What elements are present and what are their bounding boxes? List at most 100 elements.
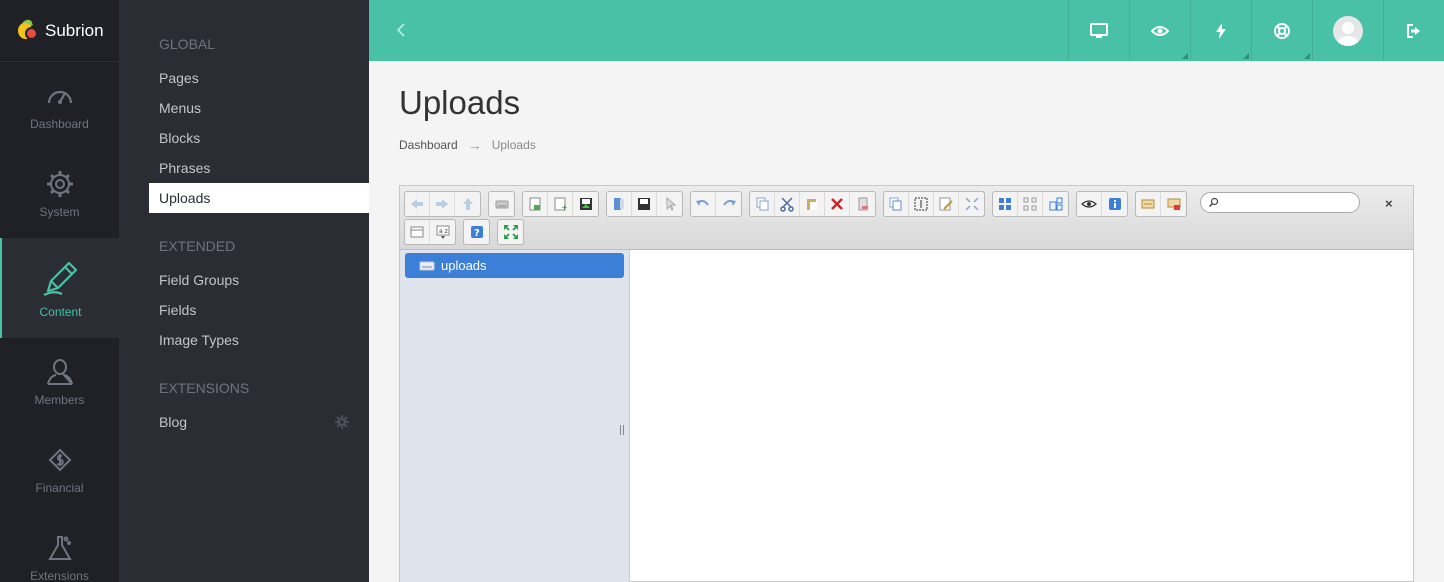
tree-item-uploads[interactable]: uploads xyxy=(405,253,624,278)
dropdown-corner xyxy=(1243,53,1249,59)
arrow-left-icon xyxy=(411,199,423,209)
edit-file-button[interactable] xyxy=(934,192,959,216)
rail-label-members: Members xyxy=(34,393,85,407)
sort-button[interactable]: a z xyxy=(430,220,455,244)
back-button[interactable] xyxy=(405,192,430,216)
reload-button-group xyxy=(488,191,515,217)
submenu-item-uploads[interactable]: Uploads xyxy=(149,183,369,213)
submenu-item-field-groups[interactable]: Field Groups xyxy=(119,265,369,295)
submenu-item-blog-label: Blog xyxy=(159,414,188,430)
view-frontend-button[interactable] xyxy=(1068,0,1129,61)
quick-actions-button[interactable] xyxy=(1190,0,1251,61)
bolt-icon xyxy=(1216,22,1226,39)
empty-folder-button[interactable] xyxy=(850,192,875,216)
archive-button-group: + xyxy=(1135,191,1187,217)
undo-button[interactable] xyxy=(691,192,716,216)
view-icons-button[interactable] xyxy=(993,192,1018,216)
new-folder-button[interactable] xyxy=(523,192,548,216)
small-icons-view-icon xyxy=(1023,197,1037,211)
duplicate-icon xyxy=(889,197,902,211)
file-ops-button-group xyxy=(883,191,985,217)
avatar xyxy=(1333,15,1363,46)
download-button[interactable] xyxy=(632,192,657,216)
rail-label-system: System xyxy=(39,205,80,219)
support-button[interactable] xyxy=(1251,0,1312,61)
paste-button[interactable] xyxy=(800,192,825,216)
delete-button[interactable] xyxy=(825,192,850,216)
flask-icon xyxy=(47,536,72,560)
up-button[interactable] xyxy=(455,192,480,216)
svg-text:+: + xyxy=(1175,205,1180,212)
rename-icon xyxy=(914,197,928,211)
rail-item-financial[interactable]: Financial xyxy=(0,426,119,514)
quick-look-button[interactable] xyxy=(1077,192,1102,216)
tiles-view-icon xyxy=(1049,197,1062,211)
info-icon xyxy=(1108,198,1121,210)
file-search-input[interactable] xyxy=(1200,192,1360,213)
help-button[interactable]: ? xyxy=(464,220,489,244)
hard-drive-icon xyxy=(419,261,435,270)
reload-button[interactable] xyxy=(489,192,514,216)
tree-resize-handle[interactable] xyxy=(620,425,624,435)
submenu-item-pages[interactable]: Pages xyxy=(119,63,369,93)
sort-az-icon: a z xyxy=(436,225,449,239)
create-button-group: + xyxy=(522,191,599,217)
chevron-left-icon[interactable] xyxy=(391,20,411,40)
forward-button[interactable] xyxy=(430,192,455,216)
fullscreen-button[interactable] xyxy=(498,220,523,244)
rail-item-dashboard[interactable]: Dashboard xyxy=(0,62,119,150)
rail-item-members[interactable]: Members xyxy=(0,338,119,426)
rename-button[interactable] xyxy=(909,192,934,216)
search-clear-button[interactable]: × xyxy=(1385,196,1393,211)
submenu-item-blocks[interactable]: Blocks xyxy=(119,123,369,153)
rail-item-system[interactable]: System xyxy=(0,150,119,238)
extract-button[interactable] xyxy=(1136,192,1161,216)
rail-item-content[interactable]: Content xyxy=(0,238,119,338)
rail-label-dashboard: Dashboard xyxy=(30,117,89,131)
page-title: Uploads xyxy=(399,84,521,121)
open-button-group xyxy=(606,191,683,217)
select-button[interactable] xyxy=(657,192,682,216)
drive-icon xyxy=(495,200,508,209)
icons-view-icon xyxy=(999,198,1011,210)
avatar-silhouette-icon xyxy=(1337,21,1359,46)
upload-button[interactable] xyxy=(573,192,598,216)
file-manager-toolbar: + + × a z ? xyxy=(400,186,1413,250)
rail-label-extensions: Extensions xyxy=(30,569,89,582)
get-info-button[interactable] xyxy=(1102,192,1127,216)
blog-settings-gear-icon[interactable] xyxy=(335,415,349,429)
preview-button[interactable] xyxy=(1129,0,1190,61)
open-icon xyxy=(614,198,624,210)
open-button[interactable] xyxy=(607,192,632,216)
cut-button[interactable] xyxy=(775,192,800,216)
duplicate-button[interactable] xyxy=(884,192,909,216)
scissors-icon xyxy=(780,197,794,212)
file-list-area[interactable] xyxy=(631,250,1413,581)
view-list-button[interactable] xyxy=(405,220,430,244)
submenu-item-phrases[interactable]: Phrases xyxy=(119,153,369,183)
submenu-item-fields[interactable]: Fields xyxy=(119,295,369,325)
breadcrumb-home-link[interactable]: Dashboard xyxy=(399,138,458,152)
copy-button[interactable] xyxy=(750,192,775,216)
view-tiles-button[interactable] xyxy=(1043,192,1068,216)
user-menu-button[interactable] xyxy=(1312,0,1383,61)
user-icon xyxy=(46,359,73,385)
gauge-icon xyxy=(47,90,72,104)
logout-button[interactable] xyxy=(1383,0,1444,61)
submenu-item-image-types[interactable]: Image Types xyxy=(119,325,369,355)
resize-button[interactable] xyxy=(959,192,984,216)
submenu-item-menus[interactable]: Menus xyxy=(119,93,369,123)
breadcrumb-separator: → xyxy=(467,137,482,153)
tree-item-label: uploads xyxy=(441,258,487,273)
eye-icon xyxy=(1151,25,1169,36)
submenu-item-blog[interactable]: Blog xyxy=(119,407,369,437)
archive-button[interactable]: + xyxy=(1161,192,1186,216)
svg-text:?: ? xyxy=(474,228,480,239)
desktop-icon xyxy=(1090,22,1108,38)
brand-logo[interactable]: Subrion xyxy=(0,0,119,62)
redo-button[interactable] xyxy=(716,192,741,216)
view-small-icons-button[interactable] xyxy=(1018,192,1043,216)
rail-item-extensions[interactable]: Extensions xyxy=(0,514,119,582)
new-file-button[interactable]: + xyxy=(548,192,573,216)
floppy-icon xyxy=(638,198,650,210)
